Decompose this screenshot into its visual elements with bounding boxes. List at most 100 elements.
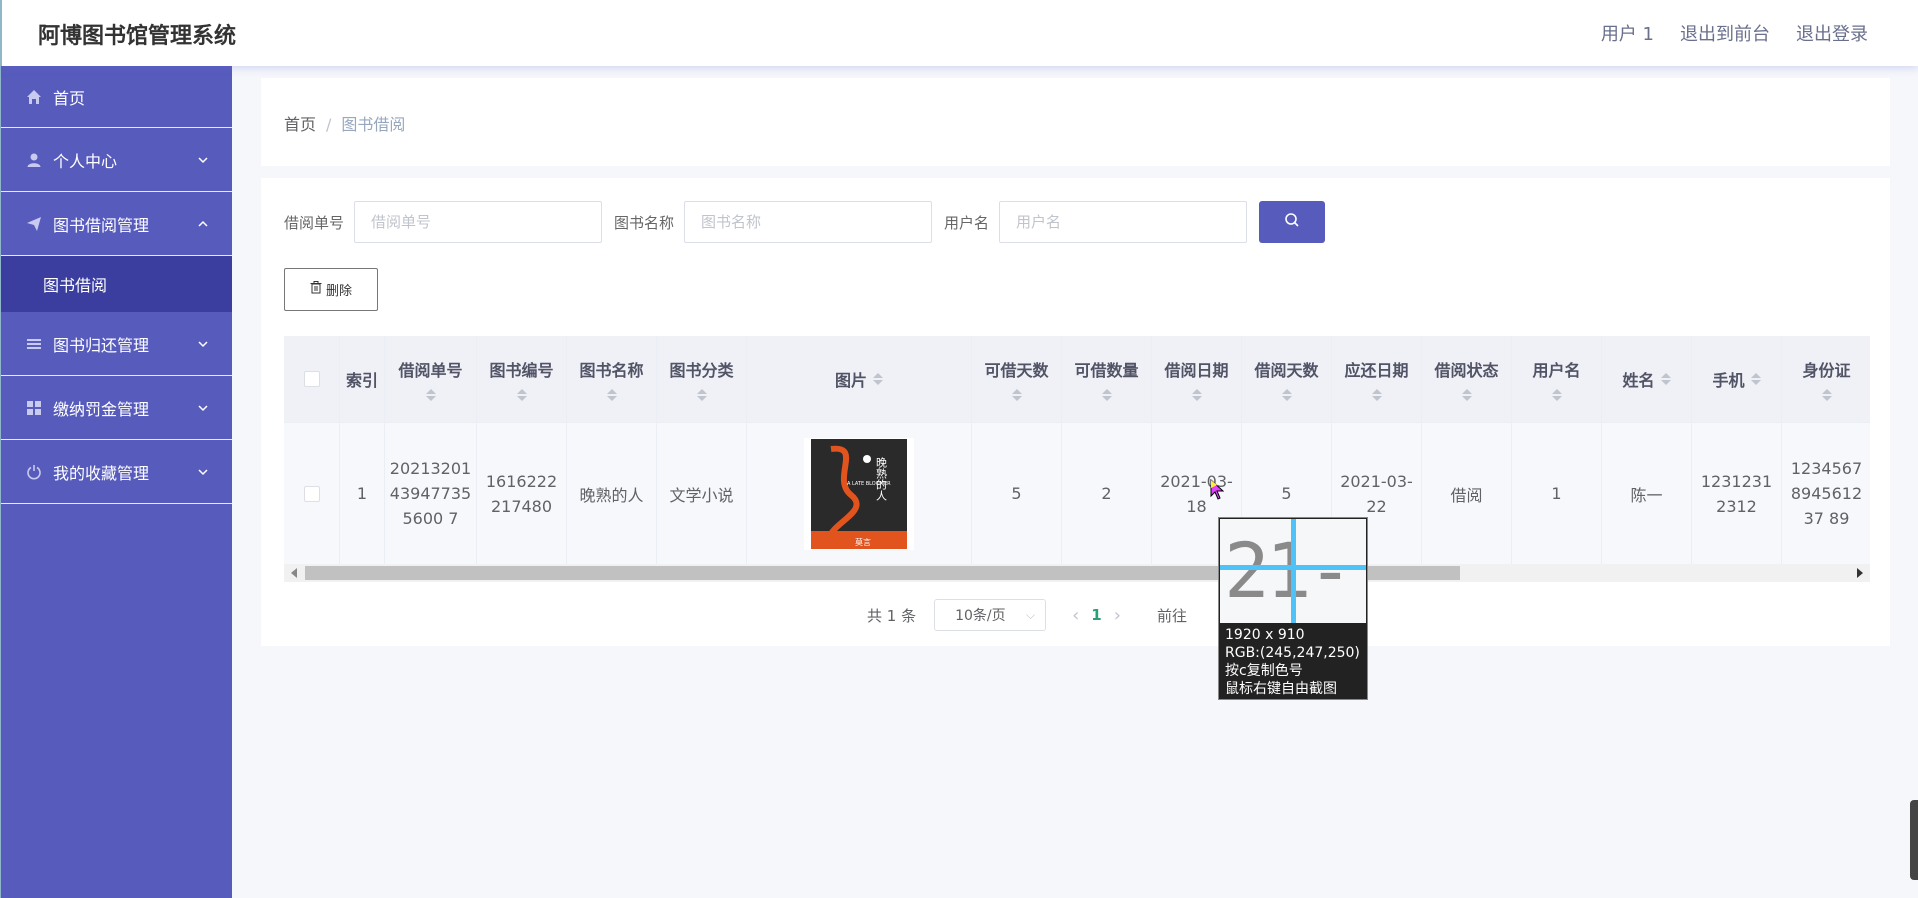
page-size-value: 10条/页	[955, 608, 1006, 624]
column-header-book-name[interactable]: 图书名称	[567, 336, 657, 422]
sort-icon[interactable]	[516, 389, 527, 401]
svg-text:晚熟的人: 晚熟的人	[875, 456, 888, 500]
borrow-table: 索引 借阅单号 图书编号 图书名称 图书分类 图片 可借天数 可借数量 借阅日期…	[284, 336, 1870, 586]
goto-page-label: 前往	[1156, 606, 1187, 625]
borrow-no-input[interactable]	[354, 201, 603, 243]
screen-size-text: 1920 x 910	[1225, 627, 1305, 643]
column-header-borrow-days[interactable]: 借阅天数	[1242, 336, 1332, 422]
search-button[interactable]	[1259, 201, 1326, 243]
column-header-borrow-no[interactable]: 借阅单号	[385, 336, 477, 422]
column-header-name[interactable]: 姓名	[1602, 336, 1692, 422]
breadcrumb-separator: /	[326, 115, 332, 134]
list-icon	[25, 335, 43, 353]
column-header-status[interactable]: 借阅状态	[1422, 336, 1512, 422]
column-header-qty-available[interactable]: 可借数量	[1062, 336, 1152, 422]
sort-icon[interactable]	[1660, 373, 1671, 385]
sidebar-item-fine-management[interactable]: 缴纳罚金管理	[1, 376, 232, 440]
chevron-down-icon: ⌵	[1025, 608, 1036, 622]
current-user-link[interactable]: 用户 1	[1601, 20, 1654, 46]
cell-status: 借阅	[1422, 423, 1512, 564]
power-icon	[25, 463, 43, 481]
sort-icon[interactable]	[606, 389, 617, 401]
table-row[interactable]: 1 20213201439477355600 7 1616222217480 晚…	[284, 422, 1870, 564]
sidebar-item-home[interactable]: 首页	[1, 66, 232, 128]
column-header-book-no[interactable]: 图书编号	[477, 336, 567, 422]
cell-qty-available: 2	[1062, 423, 1152, 564]
current-page-number[interactable]: 1	[1091, 606, 1101, 624]
column-header-due-date[interactable]: 应还日期	[1332, 336, 1422, 422]
sidebar-item-book-borrow[interactable]: 图书借阅	[1, 256, 232, 312]
copy-hint-text: 按c复制色号	[1225, 663, 1303, 679]
grid-icon	[25, 399, 43, 417]
username-label: 用户名	[944, 213, 990, 232]
username-input[interactable]	[999, 201, 1248, 243]
cell-days-available: 5	[972, 423, 1062, 564]
row-checkbox[interactable]	[303, 485, 320, 502]
column-header-phone[interactable]: 手机	[1692, 336, 1782, 422]
cell-username: 1	[1512, 423, 1602, 564]
row-select-cell	[284, 423, 340, 564]
sort-icon[interactable]	[1011, 389, 1022, 401]
logout-link[interactable]: 退出登录	[1796, 20, 1868, 46]
sort-icon[interactable]	[425, 389, 436, 401]
sort-icon[interactable]	[696, 389, 707, 401]
column-header-borrow-date[interactable]: 借阅日期	[1152, 336, 1242, 422]
sidebar-item-personal-center[interactable]: 个人中心	[1, 128, 232, 192]
select-all-checkbox[interactable]	[303, 371, 320, 387]
sidebar-item-label: 首页	[53, 88, 86, 108]
user-icon	[25, 151, 43, 169]
sidebar-item-label: 个人中心	[53, 151, 118, 171]
rgb-value-text: RGB:(245,247,250)	[1225, 645, 1360, 661]
column-header-category[interactable]: 图书分类	[657, 336, 747, 422]
magnifier-info: 1920 x 910 RGB:(245,247,250) 按c复制色号 鼠标右键…	[1225, 626, 1360, 698]
chevron-down-icon	[196, 336, 210, 350]
table-horizontal-scrollbar[interactable]	[284, 564, 1870, 582]
page-size-select[interactable]: 10条/页 ⌵	[934, 599, 1047, 631]
magnifier-zoom: 21-0	[1220, 519, 1366, 623]
top-header: 阿博图书馆管理系统 用户 1 退出到前台 退出登录	[0, 0, 1918, 66]
sort-icon[interactable]	[873, 373, 883, 385]
sort-icon[interactable]	[1191, 389, 1202, 401]
delete-button-label: 删除	[325, 284, 352, 299]
cell-book-no: 1616222217480	[477, 423, 567, 564]
column-header-days-available[interactable]: 可借天数	[972, 336, 1062, 422]
sidebar-item-favorites-management[interactable]: 我的收藏管理	[1, 440, 232, 504]
breadcrumb-current: 图书借阅	[341, 115, 406, 134]
column-header-id-card[interactable]: 身份证	[1782, 336, 1870, 422]
sort-icon[interactable]	[1281, 389, 1292, 401]
edge-scroll-handle[interactable]	[1910, 800, 1918, 880]
book-cover-image: 晚熟的人 A LATE BLOOMER 莫言	[804, 437, 914, 550]
search-icon	[1284, 212, 1300, 232]
search-form: 借阅单号 图书名称 用户名	[284, 201, 1326, 243]
prev-page-icon[interactable]: ‹	[1072, 605, 1079, 626]
scroll-left-icon[interactable]	[291, 568, 297, 578]
sidebar-item-borrow-management[interactable]: 图书借阅管理	[1, 192, 232, 256]
top-links: 用户 1 退出到前台 退出登录	[1601, 20, 1868, 46]
book-name-input[interactable]	[684, 201, 933, 243]
sort-icon[interactable]	[1101, 389, 1112, 401]
delete-button[interactable]: 删除	[284, 268, 378, 311]
breadcrumb-card: 首页 / 图书借阅	[261, 78, 1890, 166]
svg-text:莫言: 莫言	[855, 537, 871, 547]
sort-icon[interactable]	[1821, 389, 1832, 401]
app-title: 阿博图书馆管理系统	[38, 24, 237, 49]
sidebar: 首页 个人中心 图书借阅管理 图书借阅 图书归还管理 缴纳罚金管理 我的收藏管理	[0, 66, 232, 898]
svg-text:A LATE BLOOMER: A LATE BLOOMER	[847, 481, 891, 487]
breadcrumb-home[interactable]: 首页	[284, 115, 316, 134]
cell-index: 1	[340, 423, 385, 564]
exit-to-frontend-link[interactable]: 退出到前台	[1680, 20, 1770, 46]
chevron-up-icon	[196, 216, 210, 230]
sort-icon[interactable]	[1461, 389, 1472, 401]
column-header-username[interactable]: 用户名	[1512, 336, 1602, 422]
crosshair-vertical	[1291, 519, 1296, 623]
sort-icon[interactable]	[1371, 389, 1382, 401]
book-name-label: 图书名称	[614, 213, 675, 232]
sort-icon[interactable]	[1551, 389, 1562, 401]
cell-name: 陈一	[1602, 423, 1692, 564]
column-header-image[interactable]: 图片	[747, 336, 972, 422]
next-page-icon[interactable]: ›	[1114, 605, 1121, 626]
sidebar-item-return-management[interactable]: 图书归还管理	[1, 312, 232, 376]
sort-icon[interactable]	[1750, 373, 1761, 385]
borrow-no-label: 借阅单号	[284, 213, 345, 232]
scroll-right-icon[interactable]	[1857, 568, 1863, 578]
